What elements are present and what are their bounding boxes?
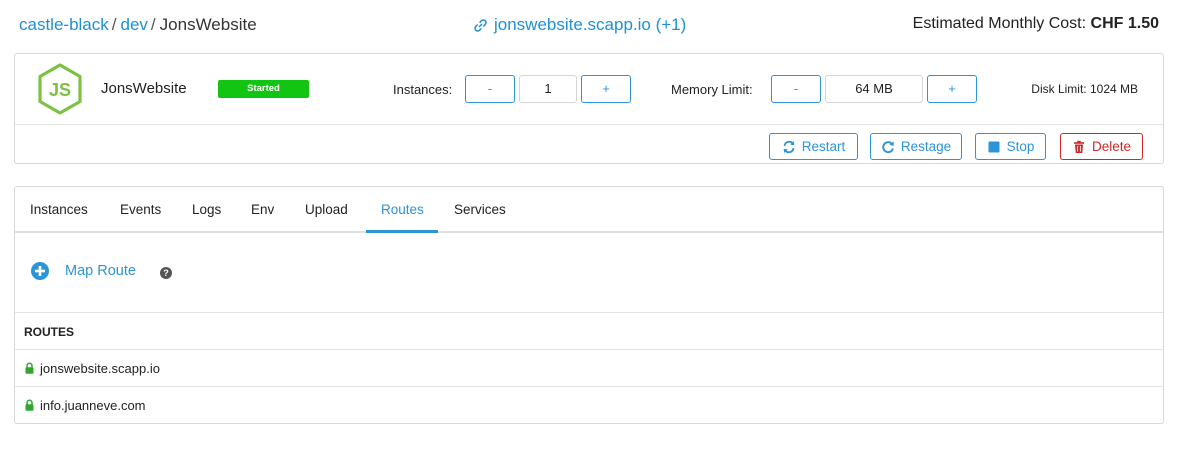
app-name: JonsWebsite bbox=[101, 80, 187, 97]
app-detail-panel: Instances Events Logs Env Upload Routes … bbox=[14, 186, 1164, 424]
stop-label: Stop bbox=[1006, 139, 1035, 154]
tab-upload[interactable]: Upload bbox=[305, 202, 348, 217]
route-row: info.juanneve.com bbox=[15, 387, 1163, 424]
restage-button[interactable]: Restage bbox=[870, 133, 962, 160]
route-url[interactable]: info.juanneve.com bbox=[40, 398, 146, 413]
active-tab-indicator bbox=[366, 230, 438, 233]
tab-routes[interactable]: Routes bbox=[381, 202, 424, 217]
map-route-button[interactable]: Map Route bbox=[31, 262, 136, 280]
memory-limit-label: Memory Limit: bbox=[671, 82, 753, 97]
instances-decrement-button[interactable]: - bbox=[465, 75, 515, 103]
stop-button[interactable]: Stop bbox=[975, 133, 1046, 160]
app-summary-panel: JS JonsWebsite Started Instances: - 1 + … bbox=[14, 53, 1164, 164]
breadcrumb: castle-black / dev / JonsWebsite bbox=[19, 15, 257, 35]
routes-header-label: ROUTES bbox=[24, 325, 75, 339]
svg-text:JS: JS bbox=[49, 80, 71, 100]
routes-table-header: ROUTES bbox=[15, 312, 1163, 350]
trash-icon bbox=[1073, 140, 1084, 153]
tab-logs[interactable]: Logs bbox=[192, 202, 221, 217]
link-icon bbox=[474, 18, 487, 32]
add-circle-icon bbox=[31, 262, 49, 280]
memory-decrement-button[interactable]: - bbox=[771, 75, 821, 103]
lock-icon bbox=[25, 362, 34, 374]
restage-label: Restage bbox=[900, 139, 952, 154]
delete-button[interactable]: Delete bbox=[1060, 133, 1143, 160]
instances-increment-button[interactable]: + bbox=[581, 75, 631, 103]
tab-bar: Instances Events Logs Env Upload Routes … bbox=[15, 187, 1163, 233]
breadcrumb-current-app: JonsWebsite bbox=[159, 15, 257, 34]
cost-label: Estimated Monthly Cost: bbox=[912, 15, 1087, 32]
restart-label: Restart bbox=[801, 139, 846, 154]
app-info-row: JS JonsWebsite Started Instances: - 1 + … bbox=[15, 54, 1163, 125]
breadcrumb-separator: / bbox=[111, 15, 117, 34]
tab-events[interactable]: Events bbox=[120, 202, 161, 217]
app-url-link[interactable]: jonswebsite.scapp.io (+1) bbox=[473, 15, 686, 35]
map-route-label: Map Route bbox=[65, 263, 136, 279]
breadcrumb-separator: / bbox=[150, 15, 156, 34]
breadcrumb-space-link[interactable]: dev bbox=[121, 15, 148, 34]
memory-limit-value: 64 MB bbox=[825, 75, 923, 103]
breadcrumb-org-link[interactable]: castle-black bbox=[19, 15, 109, 34]
restart-icon bbox=[783, 140, 795, 153]
tab-instances[interactable]: Instances bbox=[30, 202, 88, 217]
nodejs-logo-icon: JS bbox=[38, 63, 82, 115]
help-icon[interactable]: ? bbox=[160, 267, 172, 279]
route-row: jonswebsite.scapp.io bbox=[15, 350, 1163, 387]
restart-button[interactable]: Restart bbox=[769, 133, 858, 160]
delete-label: Delete bbox=[1091, 139, 1132, 154]
app-url-text: jonswebsite.scapp.io (+1) bbox=[494, 15, 687, 34]
estimated-cost: Estimated Monthly Cost: CHF 1.50 bbox=[913, 15, 1159, 33]
restage-icon bbox=[882, 140, 894, 153]
route-url[interactable]: jonswebsite.scapp.io bbox=[40, 361, 160, 376]
cost-value: CHF 1.50 bbox=[1090, 15, 1159, 32]
stop-icon bbox=[988, 141, 1000, 152]
tab-services[interactable]: Services bbox=[454, 202, 506, 217]
lock-icon bbox=[25, 399, 34, 411]
status-badge: Started bbox=[218, 80, 309, 98]
disk-limit: Disk Limit: 1024 MB bbox=[1031, 82, 1138, 96]
top-bar: castle-black / dev / JonsWebsite jonswebsite… bbox=[0, 0, 1179, 50]
tab-env[interactable]: Env bbox=[251, 202, 274, 217]
instances-label: Instances: bbox=[393, 82, 453, 97]
instances-value: 1 bbox=[519, 75, 577, 103]
memory-increment-button[interactable]: + bbox=[927, 75, 977, 103]
